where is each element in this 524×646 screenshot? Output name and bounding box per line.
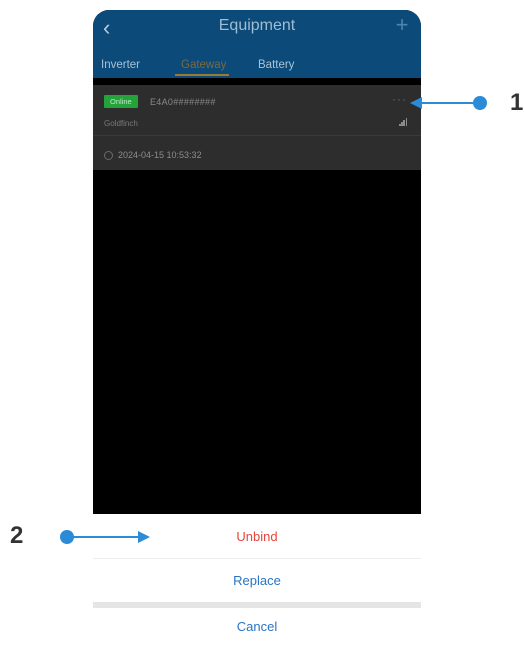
callout-1-dot [473,96,487,110]
ellipsis-icon[interactable]: ··· [392,93,407,105]
device-serial: E4A0######## [150,97,216,107]
tab-inverter[interactable]: Inverter [101,58,140,72]
gateway-device-card[interactable]: Online E4A0######## ··· Goldfinch 2024-0… [93,85,421,170]
tab-battery[interactable]: Battery [258,58,294,72]
callout-1-number: 1 [510,89,524,116]
add-icon[interactable]: + [392,12,412,38]
card-divider [93,135,421,136]
page-title: Equipment [218,17,296,34]
device-model: Goldfinch [104,119,138,128]
active-tab-indicator [175,74,229,76]
replace-button[interactable]: Replace [93,559,421,602]
status-badge: Online [104,95,138,108]
tab-bar: Inverter Gateway Battery [93,56,421,78]
callout-2-arrowhead [138,531,150,543]
last-update-timestamp: 2024-04-15 10:53:32 [118,150,202,160]
signal-bars-icon [399,118,408,126]
callout-2-number: 2 [10,522,24,549]
cancel-button[interactable]: Cancel [93,608,421,646]
callout-2-line [70,536,140,538]
tab-gateway[interactable]: Gateway [181,58,226,72]
app-header: ‹ Equipment + Inverter Gateway Battery [93,10,421,78]
clock-icon [104,151,113,160]
